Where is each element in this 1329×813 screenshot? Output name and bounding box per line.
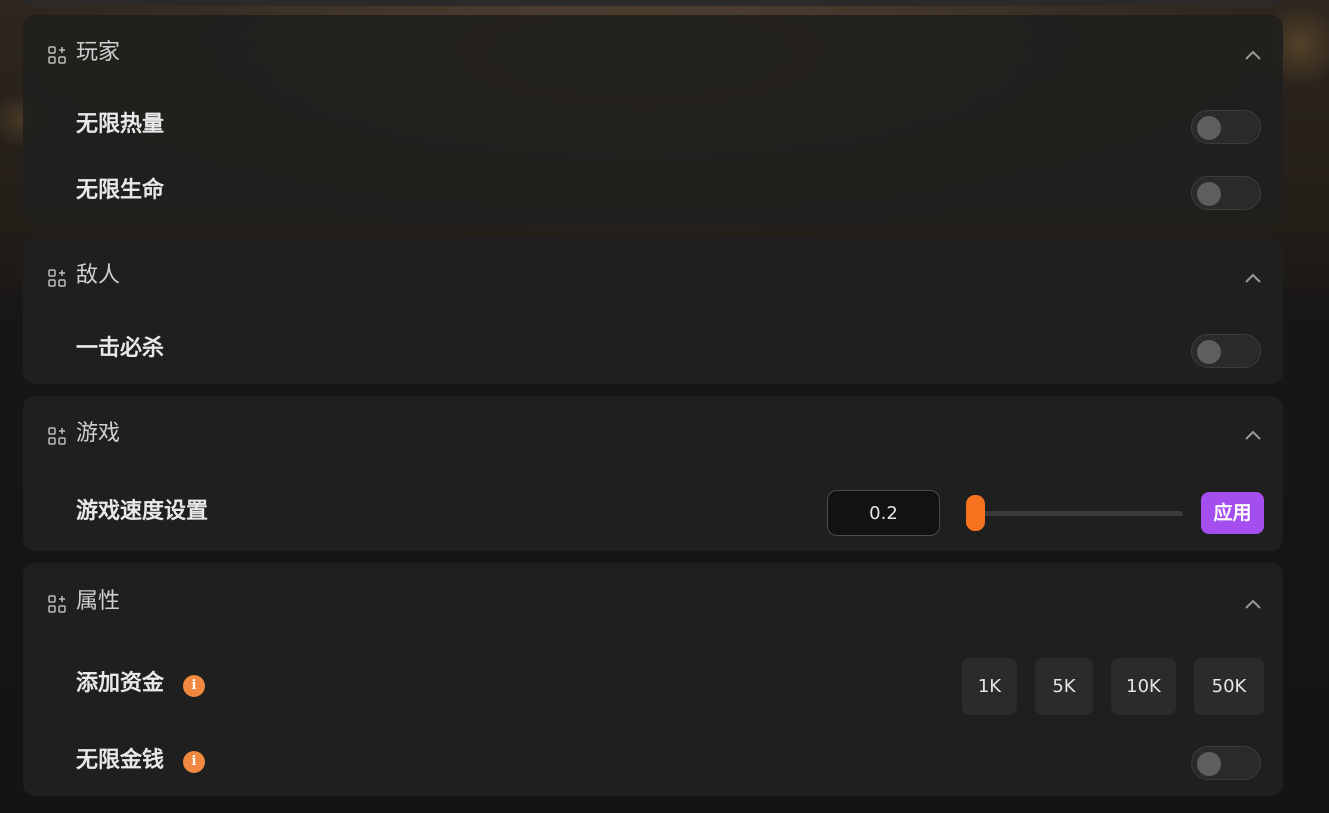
row-label: 一击必杀 xyxy=(76,336,165,361)
section-attributes-header[interactable]: 属性 xyxy=(23,563,1283,639)
section-title: 属性 xyxy=(76,589,121,614)
add-money-5k-button[interactable]: 5K xyxy=(1035,658,1093,715)
add-money-50k-button[interactable]: 50K xyxy=(1194,658,1264,715)
previous-panel-edge xyxy=(23,0,1283,6)
section-player: 玩家 无限热量 无限生命 xyxy=(23,15,1283,226)
add-money-1k-button[interactable]: 1K xyxy=(962,658,1017,715)
game-speed-slider-thumb[interactable] xyxy=(966,495,985,531)
add-money-10k-button[interactable]: 10K xyxy=(1111,658,1176,715)
game-speed-slider-track[interactable] xyxy=(970,511,1183,516)
row-label: 无限生命 xyxy=(76,178,165,203)
section-enemy-header[interactable]: 敌人 xyxy=(23,238,1283,314)
section-enemy: 敌人 一击必杀 xyxy=(23,238,1283,384)
grid-plus-icon xyxy=(48,46,66,64)
row-label: 游戏速度设置 xyxy=(76,499,209,524)
chevron-up-icon[interactable] xyxy=(1243,429,1263,441)
toggle-knob xyxy=(1197,116,1221,140)
chevron-up-icon[interactable] xyxy=(1243,272,1263,284)
section-player-header[interactable]: 玩家 xyxy=(23,15,1283,91)
section-title: 敌人 xyxy=(76,263,121,288)
row-label: 无限金钱 xyxy=(76,748,165,773)
row-label: 添加资金 xyxy=(76,671,165,696)
section-title: 游戏 xyxy=(76,421,121,446)
infinite-money-toggle[interactable] xyxy=(1191,746,1261,780)
toggle-knob xyxy=(1197,182,1221,206)
apply-button[interactable]: 应用 xyxy=(1201,492,1264,534)
infinite-health-toggle[interactable] xyxy=(1191,176,1261,210)
section-game: 游戏 游戏速度设置 应用 xyxy=(23,396,1283,551)
grid-plus-icon xyxy=(48,269,66,287)
info-icon[interactable]: i xyxy=(183,751,205,773)
info-icon[interactable]: i xyxy=(183,675,205,697)
chevron-up-icon[interactable] xyxy=(1243,49,1263,61)
section-attributes: 属性 添加资金 i 1K 5K 10K 50K 无限金钱 i xyxy=(23,563,1283,796)
toggle-knob xyxy=(1197,340,1221,364)
game-speed-input[interactable] xyxy=(827,490,940,536)
infinite-heat-toggle[interactable] xyxy=(1191,110,1261,144)
grid-plus-icon xyxy=(48,595,66,613)
grid-plus-icon xyxy=(48,427,66,445)
one-hit-kill-toggle[interactable] xyxy=(1191,334,1261,368)
row-label: 无限热量 xyxy=(76,112,165,137)
section-game-header[interactable]: 游戏 xyxy=(23,396,1283,472)
section-title: 玩家 xyxy=(76,40,121,65)
chevron-up-icon[interactable] xyxy=(1243,598,1263,610)
toggle-knob xyxy=(1197,752,1221,776)
